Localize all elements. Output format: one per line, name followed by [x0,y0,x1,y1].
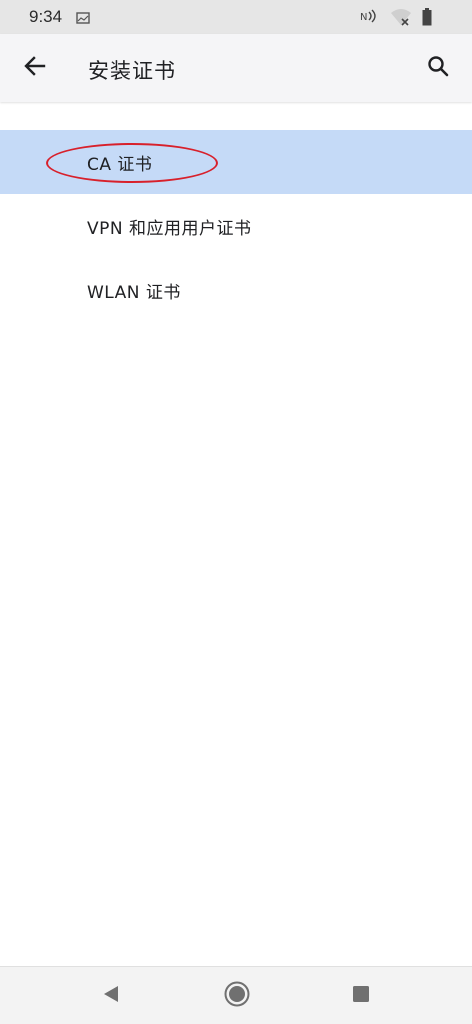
list-item-label: VPN 和应用用户证书 [87,219,252,239]
navigation-bar [0,966,472,1024]
list-item-vpn-app-user-certificate[interactable]: VPN 和应用用户证书 [0,194,472,258]
search-button[interactable] [418,48,458,88]
list-item-wlan-certificate[interactable]: WLAN 证书 [0,258,472,322]
home-circle-icon [223,980,251,1012]
recents-square-icon [351,984,371,1008]
battery-icon [422,8,432,30]
annotation-ellipse [46,143,218,183]
image-icon [76,9,90,28]
svg-text:N: N [360,12,367,23]
nav-recents-button[interactable] [346,981,376,1011]
status-time: 9:34 [29,7,63,26]
search-icon [427,55,449,81]
page-title: 安装证书 [88,59,176,83]
arrow-left-icon [24,56,46,80]
app-bar: 安装证书 [0,34,472,102]
status-bar: 9:34 N [0,0,472,34]
nfc-icon: N [360,8,378,28]
back-triangle-icon [101,984,121,1008]
list-item-label: WLAN 证书 [87,283,181,303]
nav-home-button[interactable] [222,981,252,1011]
wifi-off-icon [390,8,412,30]
back-button[interactable] [15,48,55,88]
screen: 9:34 N 安装证书 CA 证书 VPN 和应用用户证书 WLAN 证书 [0,0,472,1024]
nav-back-button[interactable] [96,981,126,1011]
